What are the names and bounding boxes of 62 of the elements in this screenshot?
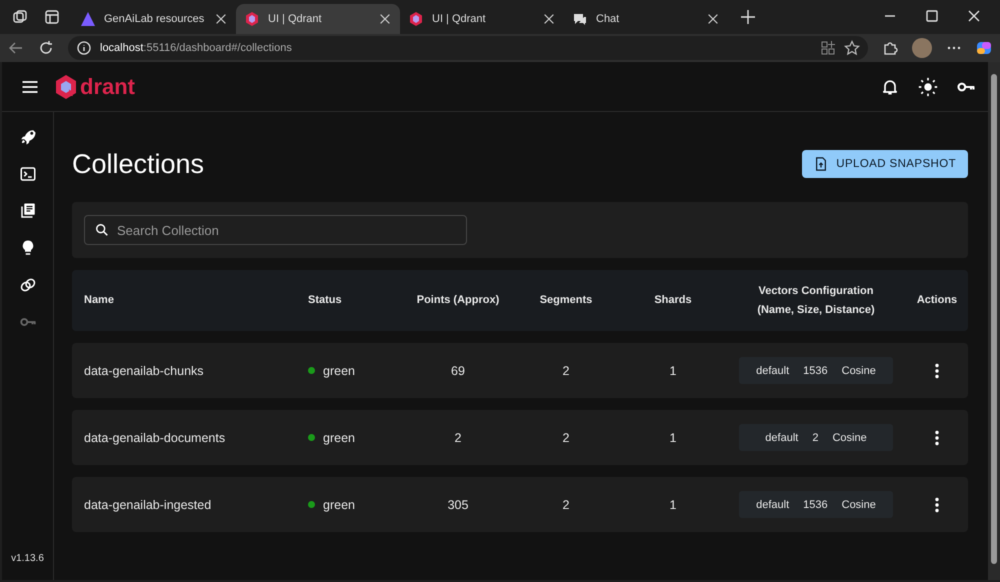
table-cell-text: 2 xyxy=(562,498,570,512)
cube-icon xyxy=(244,11,260,27)
vector-config-chip: default 1536 Cosine xyxy=(739,357,893,384)
search-icon xyxy=(95,223,109,237)
workspaces-icon[interactable] xyxy=(12,9,28,25)
new-tab-icon[interactable] xyxy=(740,9,756,25)
collection-name: data-genailab-ingested xyxy=(84,498,212,512)
table-cell-text: 305 xyxy=(446,498,470,512)
close-icon[interactable] xyxy=(706,12,720,26)
version-label: v1.13.6 xyxy=(11,553,44,564)
close-icon[interactable] xyxy=(378,12,392,26)
vector-config-chip: default 1536 Cosine xyxy=(739,491,893,518)
apps-icon[interactable] xyxy=(820,40,836,56)
sun-icon[interactable] xyxy=(918,76,938,96)
upload-snapshot-button[interactable]: UPLOAD SNAPSHOT xyxy=(802,150,968,178)
table-cell-text: 1 xyxy=(668,430,678,444)
tab-list-icon[interactable] xyxy=(44,9,60,25)
vector-config-chip: default 2 Cosine xyxy=(739,424,893,451)
browser-tab[interactable]: GenAiLab resources xyxy=(72,4,236,34)
profile-avatar[interactable] xyxy=(912,38,932,58)
close-icon[interactable] xyxy=(214,12,228,26)
library-icon[interactable] xyxy=(18,201,36,221)
column-header: Segments xyxy=(538,293,594,308)
status-text: green xyxy=(323,364,355,378)
maximize-icon[interactable] xyxy=(924,8,940,24)
status-text: green xyxy=(323,498,355,512)
browser-tab[interactable]: UI | Qdrant xyxy=(236,4,400,34)
logo-text: drant xyxy=(80,74,135,100)
table-cell-text: 2 xyxy=(562,430,570,444)
table-cell-text: 69 xyxy=(450,364,466,378)
status-text: green xyxy=(323,430,355,444)
file-upload-icon xyxy=(814,157,828,171)
address-bar[interactable]: localhost:55116/dashboard#/collections xyxy=(68,36,868,60)
star-icon[interactable] xyxy=(844,40,860,56)
copilot-icon[interactable] xyxy=(976,40,992,56)
back-icon[interactable] xyxy=(8,40,24,56)
close-icon[interactable] xyxy=(542,12,556,26)
info-icon xyxy=(76,40,92,56)
browser-tab[interactable]: UI | Qdrant xyxy=(400,4,564,34)
column-header: Status xyxy=(308,293,343,308)
cube-icon xyxy=(408,11,424,27)
scrollbar[interactable] xyxy=(988,62,1000,580)
triangle-icon xyxy=(80,11,96,27)
column-header: Points (Approx) xyxy=(416,293,500,308)
column-header: Actions xyxy=(916,293,958,308)
table-cell-text: 2 xyxy=(562,364,570,378)
column-header: Vectors Configuration (Name, Size, Distance) xyxy=(756,284,876,318)
close-icon[interactable] xyxy=(966,8,982,24)
column-header: Name xyxy=(84,293,115,308)
table-cell-text: 1 xyxy=(668,364,678,378)
table-cell-text: 2 xyxy=(454,430,462,444)
extensions-icon[interactable] xyxy=(882,40,898,56)
collection-name: data-genailab-documents xyxy=(84,430,226,444)
page-title: Collections xyxy=(72,148,204,180)
chat-icon xyxy=(572,11,588,27)
reload-icon[interactable] xyxy=(38,40,54,56)
browser-tab[interactable]: Chat xyxy=(564,4,728,34)
collection-name: data-genailab-chunks xyxy=(84,364,205,378)
search-field[interactable]: Search Collection xyxy=(84,215,467,245)
logo-icon xyxy=(54,74,78,100)
table-cell-text: 1 xyxy=(668,498,678,512)
column-header: Shards xyxy=(653,293,693,308)
